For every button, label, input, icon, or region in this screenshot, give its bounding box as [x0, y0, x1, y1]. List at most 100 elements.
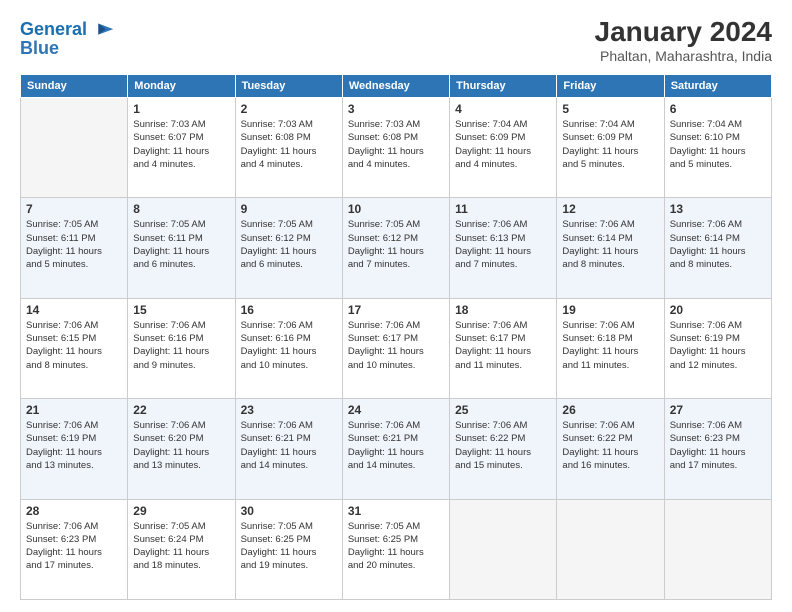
day-info: Sunrise: 7:03 AM Sunset: 6:08 PM Dayligh…	[241, 118, 337, 171]
calendar-cell: 5 Sunrise: 7:04 AM Sunset: 6:09 PM Daylig…	[557, 98, 664, 198]
day-info: Sunrise: 7:06 AM Sunset: 6:14 PM Dayligh…	[562, 218, 658, 271]
calendar-cell: 20 Sunrise: 7:06 AM Sunset: 6:19 PM Dayli…	[664, 298, 771, 398]
calendar-cell: 10 Sunrise: 7:05 AM Sunset: 6:12 PM Dayli…	[342, 198, 449, 298]
day-number: 18	[455, 303, 551, 317]
calendar-cell: 4Sunrise: 7:04 AM Sunset: 6:09 PM Daylig…	[450, 98, 557, 198]
calendar-cell: 22Sunrise: 7:06 AM Sunset: 6:20 PM Dayli…	[128, 399, 235, 499]
calendar-header-row: SundayMondayTuesdayWednesdayThursdayFrid…	[21, 75, 772, 98]
day-info: Sunrise: 7:05 AM Sunset: 6:24 PM Dayligh…	[133, 520, 229, 573]
calendar-cell: 11 Sunrise: 7:06 AM Sunset: 6:13 PM Dayli…	[450, 198, 557, 298]
calendar-cell: 26 Sunrise: 7:06 AM Sunset: 6:22 PM Dayli…	[557, 399, 664, 499]
calendar-cell: 25 Sunrise: 7:06 AM Sunset: 6:22 PM Dayli…	[450, 399, 557, 499]
calendar-cell: 7Sunrise: 7:05 AM Sunset: 6:11 PM Daylig…	[21, 198, 128, 298]
day-number: 16	[241, 303, 337, 317]
day-number: 17	[348, 303, 444, 317]
day-number: 1	[133, 102, 229, 116]
header: General Blue January 2024 Phaltan, Mahar…	[20, 16, 772, 64]
day-info: Sunrise: 7:04 AM Sunset: 6:10 PM Dayligh…	[670, 118, 766, 171]
logo-blue: Blue	[20, 38, 59, 60]
day-info: Sunrise: 7:03 AM Sunset: 6:07 PM Dayligh…	[133, 118, 229, 171]
day-number: 15	[133, 303, 229, 317]
weekday-header: Thursday	[450, 75, 557, 98]
logo-icon	[89, 16, 117, 44]
location-title: Phaltan, Maharashtra, India	[595, 48, 772, 64]
calendar-cell: 3Sunrise: 7:03 AM Sunset: 6:08 PM Daylig…	[342, 98, 449, 198]
day-number: 11	[455, 202, 551, 216]
calendar-cell: 16 Sunrise: 7:06 AM Sunset: 6:16 PM Dayli…	[235, 298, 342, 398]
calendar-cell: 29Sunrise: 7:05 AM Sunset: 6:24 PM Dayli…	[128, 499, 235, 599]
calendar-cell: 9Sunrise: 7:05 AM Sunset: 6:12 PM Daylig…	[235, 198, 342, 298]
day-number: 4	[455, 102, 551, 116]
day-number: 20	[670, 303, 766, 317]
day-number: 21	[26, 403, 122, 417]
day-info: Sunrise: 7:06 AM Sunset: 6:14 PM Dayligh…	[670, 218, 766, 271]
day-info: Sunrise: 7:05 AM Sunset: 6:25 PM Dayligh…	[241, 520, 337, 573]
day-info: Sunrise: 7:06 AM Sunset: 6:23 PM Dayligh…	[670, 419, 766, 472]
calendar-cell: 15 Sunrise: 7:06 AM Sunset: 6:16 PM Dayli…	[128, 298, 235, 398]
weekday-header: Friday	[557, 75, 664, 98]
day-number: 28	[26, 504, 122, 518]
day-number: 7	[26, 202, 122, 216]
calendar-cell	[664, 499, 771, 599]
calendar-cell: 28Sunrise: 7:06 AM Sunset: 6:23 PM Dayli…	[21, 499, 128, 599]
day-info: Sunrise: 7:06 AM Sunset: 6:18 PM Dayligh…	[562, 319, 658, 372]
day-number: 8	[133, 202, 229, 216]
day-info: Sunrise: 7:05 AM Sunset: 6:11 PM Dayligh…	[133, 218, 229, 271]
day-info: Sunrise: 7:06 AM Sunset: 6:15 PM Dayligh…	[26, 319, 122, 372]
day-number: 30	[241, 504, 337, 518]
calendar-cell: 23Sunrise: 7:06 AM Sunset: 6:21 PM Dayli…	[235, 399, 342, 499]
page: General Blue January 2024 Phaltan, Mahar…	[0, 0, 792, 612]
calendar-cell: 6Sunrise: 7:04 AM Sunset: 6:10 PM Daylig…	[664, 98, 771, 198]
day-info: Sunrise: 7:05 AM Sunset: 6:12 PM Dayligh…	[241, 218, 337, 271]
calendar-cell	[21, 98, 128, 198]
day-info: Sunrise: 7:06 AM Sunset: 6:22 PM Dayligh…	[455, 419, 551, 472]
calendar-week-row: 28Sunrise: 7:06 AM Sunset: 6:23 PM Dayli…	[21, 499, 772, 599]
day-number: 27	[670, 403, 766, 417]
day-info: Sunrise: 7:03 AM Sunset: 6:08 PM Dayligh…	[348, 118, 444, 171]
day-number: 25	[455, 403, 551, 417]
day-number: 10	[348, 202, 444, 216]
title-block: January 2024 Phaltan, Maharashtra, India	[595, 16, 772, 64]
logo: General Blue	[20, 16, 117, 60]
day-info: Sunrise: 7:06 AM Sunset: 6:19 PM Dayligh…	[670, 319, 766, 372]
calendar-cell: 30 Sunrise: 7:05 AM Sunset: 6:25 PM Dayli…	[235, 499, 342, 599]
calendar-cell: 24Sunrise: 7:06 AM Sunset: 6:21 PM Dayli…	[342, 399, 449, 499]
calendar-cell: 27 Sunrise: 7:06 AM Sunset: 6:23 PM Dayli…	[664, 399, 771, 499]
day-info: Sunrise: 7:06 AM Sunset: 6:21 PM Dayligh…	[348, 419, 444, 472]
weekday-header: Monday	[128, 75, 235, 98]
day-number: 31	[348, 504, 444, 518]
day-number: 12	[562, 202, 658, 216]
calendar-table: SundayMondayTuesdayWednesdayThursdayFrid…	[20, 74, 772, 600]
calendar-cell: 1 Sunrise: 7:03 AM Sunset: 6:07 PM Daylig…	[128, 98, 235, 198]
calendar-cell: 14Sunrise: 7:06 AM Sunset: 6:15 PM Dayli…	[21, 298, 128, 398]
weekday-header: Sunday	[21, 75, 128, 98]
day-info: Sunrise: 7:06 AM Sunset: 6:16 PM Dayligh…	[241, 319, 337, 372]
day-info: Sunrise: 7:06 AM Sunset: 6:17 PM Dayligh…	[348, 319, 444, 372]
weekday-header: Wednesday	[342, 75, 449, 98]
day-info: Sunrise: 7:06 AM Sunset: 6:19 PM Dayligh…	[26, 419, 122, 472]
calendar-cell: 2Sunrise: 7:03 AM Sunset: 6:08 PM Daylig…	[235, 98, 342, 198]
day-info: Sunrise: 7:06 AM Sunset: 6:22 PM Dayligh…	[562, 419, 658, 472]
day-number: 23	[241, 403, 337, 417]
day-number: 26	[562, 403, 658, 417]
day-info: Sunrise: 7:06 AM Sunset: 6:16 PM Dayligh…	[133, 319, 229, 372]
calendar-week-row: 7 Sunrise: 7:05 AM Sunset: 6:11 PM Daylig…	[21, 198, 772, 298]
calendar-week-row: 1 Sunrise: 7:03 AM Sunset: 6:07 PM Daylig…	[21, 98, 772, 198]
weekday-header: Saturday	[664, 75, 771, 98]
calendar-cell: 19 Sunrise: 7:06 AM Sunset: 6:18 PM Dayli…	[557, 298, 664, 398]
day-info: Sunrise: 7:06 AM Sunset: 6:17 PM Dayligh…	[455, 319, 551, 372]
month-title: January 2024	[595, 16, 772, 48]
calendar-week-row: 14Sunrise: 7:06 AM Sunset: 6:15 PM Dayli…	[21, 298, 772, 398]
calendar-cell	[557, 499, 664, 599]
calendar-week-row: 21 Sunrise: 7:06 AM Sunset: 6:19 PM Dayli…	[21, 399, 772, 499]
day-info: Sunrise: 7:05 AM Sunset: 6:25 PM Dayligh…	[348, 520, 444, 573]
day-number: 19	[562, 303, 658, 317]
day-info: Sunrise: 7:04 AM Sunset: 6:09 PM Dayligh…	[562, 118, 658, 171]
weekday-header: Tuesday	[235, 75, 342, 98]
day-info: Sunrise: 7:06 AM Sunset: 6:13 PM Dayligh…	[455, 218, 551, 271]
day-info: Sunrise: 7:05 AM Sunset: 6:12 PM Dayligh…	[348, 218, 444, 271]
calendar-cell: 21 Sunrise: 7:06 AM Sunset: 6:19 PM Dayli…	[21, 399, 128, 499]
calendar-cell: 8 Sunrise: 7:05 AM Sunset: 6:11 PM Daylig…	[128, 198, 235, 298]
day-number: 5	[562, 102, 658, 116]
calendar-cell: 18 Sunrise: 7:06 AM Sunset: 6:17 PM Dayli…	[450, 298, 557, 398]
